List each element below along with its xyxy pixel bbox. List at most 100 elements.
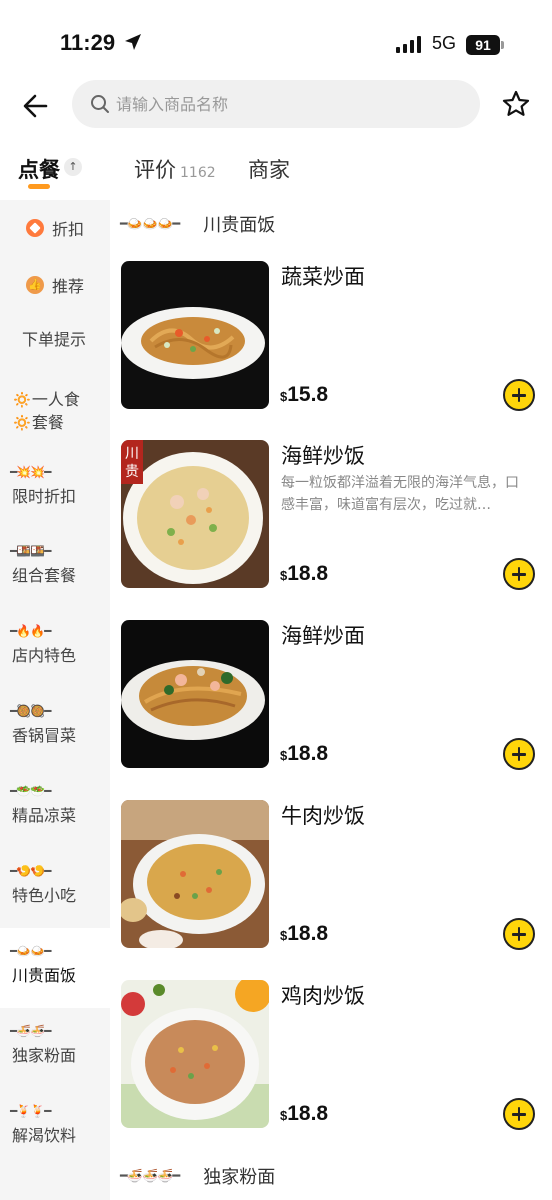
- sidebar-item-specialty[interactable]: ━🔥🔥━ 店内特色: [0, 624, 110, 667]
- sidebar-deco: ━🥗🥗━: [10, 784, 51, 798]
- svg-text:川: 川: [125, 446, 139, 462]
- sidebar-deco: ━🔥🔥━: [10, 624, 51, 638]
- section-deco: ━🍜🍜🍜━: [120, 1168, 180, 1184]
- collapse-up-icon[interactable]: ↑: [64, 158, 82, 176]
- dish-image[interactable]: [121, 261, 269, 409]
- menu-item[interactable]: 海鲜炒面 $18.8: [110, 620, 552, 780]
- dish-price: $15.8: [280, 383, 328, 407]
- add-to-cart-button[interactable]: [503, 918, 535, 950]
- dish-photo: [121, 980, 269, 1128]
- menu-item[interactable]: 牛肉炒饭 $18.8: [110, 800, 552, 960]
- search-icon: [91, 95, 109, 113]
- sidebar-deco: ━🍜🍜━: [10, 1024, 51, 1038]
- sidebar-deco: ━🍤🍤━: [10, 864, 51, 878]
- status-time: 11:29: [60, 30, 116, 55]
- battery-tip: [501, 41, 504, 49]
- dish-photo: [121, 261, 269, 409]
- favorite-star-icon[interactable]: [500, 88, 532, 120]
- section-header: ━🍜🍜🍜━ 独家粉面: [120, 1156, 275, 1196]
- dish-description: 每一粒饭都洋溢着无限的海洋气息，口感丰富，味道富有层次，吃过就…: [281, 475, 519, 513]
- section-deco: ━🍛🍛🍛━: [120, 216, 180, 232]
- sidebar-item-order-tips[interactable]: 下单提示: [0, 328, 110, 351]
- add-to-cart-button[interactable]: [503, 379, 535, 411]
- dish-name: 海鲜炒面: [281, 624, 365, 648]
- sidebar-deco: ━🥘🥘━: [10, 704, 51, 718]
- sidebar-item-combo[interactable]: ━🍱🍱━ 组合套餐: [0, 544, 110, 587]
- sidebar-item-label: 下单提示: [22, 330, 87, 349]
- sidebar-deco: ━💥💥━: [10, 465, 51, 479]
- tab-order[interactable]: 点餐: [18, 154, 60, 184]
- add-to-cart-button[interactable]: [503, 558, 535, 590]
- sidebar-item-label: 折扣: [52, 220, 85, 239]
- sidebar-deco: ━🍹🍹━: [10, 1104, 51, 1118]
- signal-icon: [396, 36, 421, 53]
- dish-price: $18.8: [280, 562, 328, 586]
- sidebar-item-discount[interactable]: 折扣: [0, 200, 110, 256]
- sidebar-item-label: 精品凉菜: [12, 806, 77, 825]
- sidebar-item-label: 独家粉面: [12, 1046, 77, 1065]
- sidebar-item-label: 限时折扣: [12, 487, 77, 506]
- sidebar-item-label: 川贵面饭: [12, 966, 77, 985]
- section-title: 川贵面饭: [203, 215, 276, 236]
- sun-icon: 🔅: [12, 390, 32, 409]
- sidebar-item-label: 套餐: [31, 413, 64, 432]
- section-header: ━🍛🍛🍛━ 川贵面饭: [120, 204, 275, 244]
- sidebar-item-recommend[interactable]: 👍 推荐: [0, 257, 110, 313]
- network-type: 5G: [432, 33, 457, 53]
- sidebar-item-label: 特色小吃: [12, 886, 77, 905]
- dish-name: 蔬菜炒面: [281, 265, 365, 289]
- svg-text:贵: 贵: [125, 464, 139, 480]
- price-value: 18.8: [287, 742, 329, 765]
- tab-merchant[interactable]: 商家: [248, 154, 290, 184]
- sidebar-item-limited-discount[interactable]: ━💥💥━ 限时折扣: [0, 465, 110, 508]
- sidebar-item-hotpot[interactable]: ━🥘🥘━ 香锅冒菜: [0, 704, 110, 747]
- sidebar-deco: ━🍛🍛━: [10, 944, 51, 958]
- battery-icon: 91: [466, 35, 500, 55]
- dish-image[interactable]: [121, 620, 269, 768]
- tab-reviews-label: 评价: [134, 158, 176, 182]
- price-value: 15.8: [287, 383, 329, 406]
- location-arrow-icon: [125, 34, 141, 50]
- sidebar-item-noodles-rice[interactable]: ━🍛🍛━ 川贵面饭: [0, 928, 110, 1008]
- sidebar-item-snacks[interactable]: ━🍤🍤━ 特色小吃: [0, 864, 110, 907]
- search-input[interactable]: [116, 80, 456, 128]
- top-tabs: 点餐 ↑ 评价 1162 商家: [0, 148, 552, 194]
- sidebar-item-single-meal[interactable]: 🔅一人食 🔅套餐: [0, 388, 110, 434]
- dish-price: $18.8: [280, 1102, 328, 1126]
- price-value: 18.8: [287, 562, 329, 585]
- status-bar: 11:29 5G 91: [0, 0, 552, 80]
- dish-name: 鸡肉炒饭: [281, 984, 365, 1008]
- add-to-cart-button[interactable]: [503, 738, 535, 770]
- sidebar-item-cold-dishes[interactable]: ━🥗🥗━ 精品凉菜: [0, 784, 110, 827]
- menu-item[interactable]: 鸡肉炒饭 $18.8: [110, 980, 552, 1140]
- thumbs-up-icon: 👍: [26, 276, 44, 294]
- dish-price: $18.8: [280, 922, 328, 946]
- sidebar-deco: ━🍱🍱━: [10, 544, 51, 558]
- back-arrow-icon[interactable]: [18, 88, 54, 124]
- category-sidebar: 折扣 👍 推荐 下单提示 🔅一人食 🔅套餐 ━💥💥━ 限时折扣 ━🍱🍱━ 组合套…: [0, 200, 110, 1200]
- sidebar-item-label: 组合套餐: [12, 566, 77, 585]
- dish-photo: 川 贵: [121, 440, 269, 588]
- dish-name: 海鲜炒饭: [281, 444, 365, 468]
- dish-price: $18.8: [280, 742, 328, 766]
- search-bar[interactable]: [72, 80, 480, 128]
- price-value: 18.8: [287, 1102, 329, 1125]
- discount-tag-icon: [26, 219, 44, 237]
- sidebar-item-label: 店内特色: [12, 646, 77, 665]
- price-value: 18.8: [287, 922, 329, 945]
- tab-reviews-count: 1162: [180, 165, 216, 181]
- tab-reviews[interactable]: 评价 1162: [134, 154, 216, 184]
- sidebar-item-label: 解渴饮料: [12, 1126, 77, 1145]
- add-to-cart-button[interactable]: [503, 1098, 535, 1130]
- section-title: 独家粉面: [203, 1167, 276, 1188]
- sidebar-item-rice-noodles[interactable]: ━🍜🍜━ 独家粉面: [0, 1024, 110, 1067]
- dish-image[interactable]: [121, 980, 269, 1128]
- dish-image[interactable]: [121, 800, 269, 948]
- sidebar-item-label: 推荐: [52, 277, 85, 296]
- menu-item[interactable]: 川 贵 海鲜炒饭 每一粒饭都洋溢着无限的海洋气息，口感丰富，味道富有层次，吃过就…: [110, 440, 552, 600]
- sidebar-item-drinks[interactable]: ━🍹🍹━ 解渴饮料: [0, 1104, 110, 1147]
- dish-image[interactable]: 川 贵: [121, 440, 269, 588]
- menu-item[interactable]: 蔬菜炒面 $15.8: [110, 261, 552, 421]
- menu-content: ━🍛🍛🍛━ 川贵面饭 蔬菜炒面 $15.8 川 贵 海鲜炒饭 每一粒饭都洋溢着无…: [110, 200, 552, 1200]
- tab-active-indicator: [28, 184, 50, 189]
